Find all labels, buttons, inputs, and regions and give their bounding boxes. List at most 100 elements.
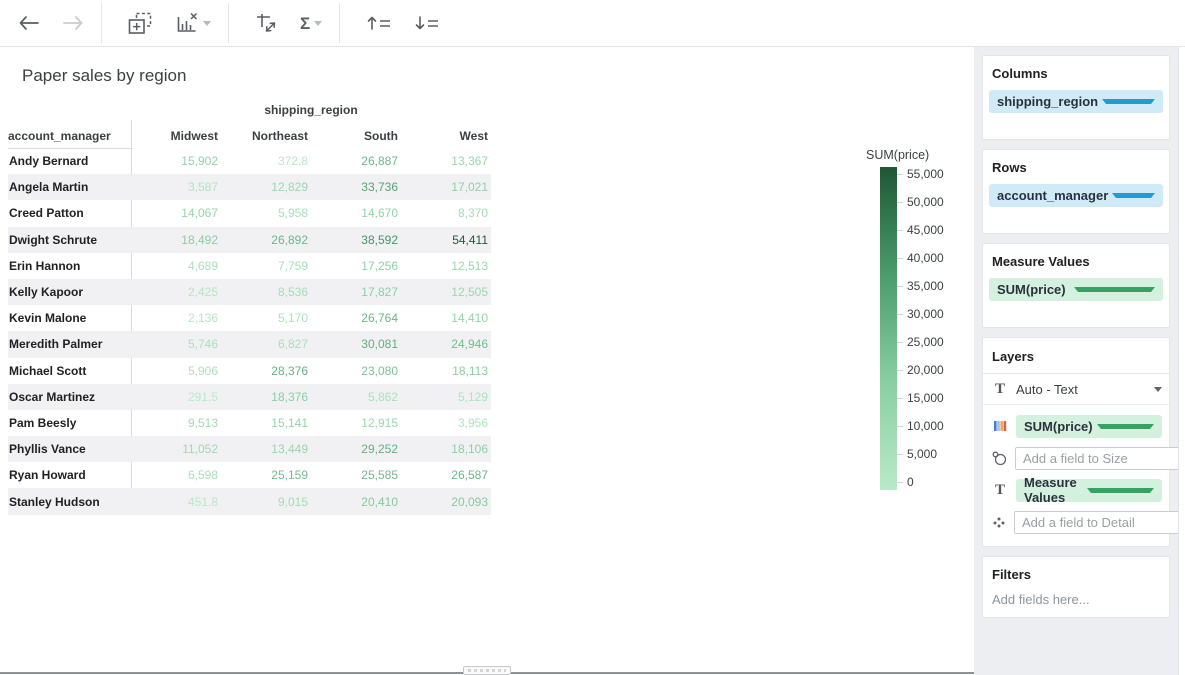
value-cell[interactable]: 2,425 xyxy=(131,285,221,299)
value-cell[interactable]: 5,958 xyxy=(221,206,311,220)
measure-values-pill[interactable]: SUM(price) xyxy=(989,278,1163,301)
new-visualization-button[interactable] xyxy=(122,8,159,39)
row-label[interactable]: Dwight Schrute xyxy=(8,233,131,247)
value-cell[interactable]: 15,141 xyxy=(221,416,311,430)
value-cell[interactable]: 17,827 xyxy=(311,285,401,299)
row-label[interactable]: Oscar Martinez xyxy=(8,390,131,404)
value-cell[interactable]: 38,592 xyxy=(311,233,401,247)
row-label[interactable]: Erin Hannon xyxy=(8,259,131,273)
value-cell[interactable]: 5,906 xyxy=(131,364,221,378)
row-label[interactable]: Creed Patton xyxy=(8,206,131,220)
layer-type-selector[interactable]: T Auto - Text xyxy=(983,374,1169,405)
value-cell[interactable]: 18,113 xyxy=(401,364,491,378)
row-dimension-label[interactable]: account_manager xyxy=(8,129,131,148)
sort-descending-button[interactable] xyxy=(408,11,446,35)
collapsed-panel-edge[interactable] xyxy=(1178,47,1185,675)
row-label[interactable]: Kelly Kapoor xyxy=(8,285,131,299)
columns-field-pill[interactable]: shipping_region xyxy=(989,90,1163,113)
detail-field-input[interactable] xyxy=(1014,511,1185,534)
value-cell[interactable]: 12,829 xyxy=(221,180,311,194)
value-cell[interactable]: 12,915 xyxy=(311,416,401,430)
value-cell[interactable]: 26,764 xyxy=(311,311,401,325)
value-cell[interactable]: 11,052 xyxy=(131,442,221,456)
value-cell[interactable]: 25,159 xyxy=(221,468,311,482)
toolbar-separator xyxy=(228,3,229,43)
chevron-down-icon xyxy=(1087,488,1154,493)
value-cell[interactable]: 12,513 xyxy=(401,259,491,273)
value-cell[interactable]: 14,067 xyxy=(131,206,221,220)
value-cell[interactable]: 15,902 xyxy=(131,154,221,168)
value-cell[interactable]: 12,505 xyxy=(401,285,491,299)
value-cell[interactable]: 9,513 xyxy=(131,416,221,430)
value-cell[interactable]: 20,410 xyxy=(311,495,401,509)
value-cell[interactable]: 8,536 xyxy=(221,285,311,299)
value-cell[interactable]: 3,587 xyxy=(131,180,221,194)
row-label[interactable]: Stanley Hudson xyxy=(8,495,131,509)
value-cell[interactable]: 13,367 xyxy=(401,154,491,168)
forward-button[interactable] xyxy=(56,11,90,35)
column-header-south[interactable]: South xyxy=(311,129,401,148)
row-label[interactable]: Pam Beesly xyxy=(8,416,131,430)
swap-axes-button[interactable] xyxy=(249,8,284,38)
remove-chart-button[interactable] xyxy=(169,8,217,38)
color-field-pill[interactable]: SUM(price) xyxy=(1016,415,1162,438)
value-cell[interactable]: 5,746 xyxy=(131,337,221,351)
value-cell[interactable]: 17,256 xyxy=(311,259,401,273)
legend-tick xyxy=(897,258,903,259)
rows-field-pill[interactable]: account_manager xyxy=(989,184,1163,207)
column-header-midwest[interactable]: Midwest xyxy=(131,129,221,148)
aggregate-button[interactable]: Σ xyxy=(294,11,328,36)
value-cell[interactable]: 7,759 xyxy=(221,259,311,273)
value-cell[interactable]: 8,370 xyxy=(401,206,491,220)
value-cell[interactable]: 17,021 xyxy=(401,180,491,194)
value-cell[interactable]: 18,492 xyxy=(131,233,221,247)
value-cell[interactable]: 33,736 xyxy=(311,180,401,194)
value-cell[interactable]: 5,170 xyxy=(221,311,311,325)
value-cell[interactable]: 26,887 xyxy=(311,154,401,168)
value-cell[interactable]: 9,015 xyxy=(221,495,311,509)
value-cell[interactable]: 25,585 xyxy=(311,468,401,482)
value-cell[interactable]: 13,449 xyxy=(221,442,311,456)
value-cell[interactable]: 20,093 xyxy=(401,495,491,509)
row-label[interactable]: Ryan Howard xyxy=(8,468,131,482)
value-cell[interactable]: 372.8 xyxy=(221,154,311,168)
value-cell[interactable]: 29,252 xyxy=(311,442,401,456)
value-cell[interactable]: 5,862 xyxy=(311,390,401,404)
value-cell[interactable]: 5,129 xyxy=(401,390,491,404)
legend-gradient-bar[interactable] xyxy=(880,167,897,490)
back-button[interactable] xyxy=(12,11,46,35)
value-cell[interactable]: 291.5 xyxy=(131,390,221,404)
sort-ascending-button[interactable] xyxy=(360,11,398,35)
row-label[interactable]: Angela Martin xyxy=(8,180,131,194)
row-label[interactable]: Michael Scott xyxy=(8,364,131,378)
value-cell[interactable]: 23,080 xyxy=(311,364,401,378)
value-cell[interactable]: 14,410 xyxy=(401,311,491,325)
value-cell[interactable]: 54,411 xyxy=(401,233,491,247)
value-cell[interactable]: 6,598 xyxy=(131,468,221,482)
value-cell[interactable]: 24,946 xyxy=(401,337,491,351)
value-cell[interactable]: 6,827 xyxy=(221,337,311,351)
row-label[interactable]: Andy Bernard xyxy=(8,154,131,168)
value-cell[interactable]: 28,376 xyxy=(221,364,311,378)
column-header-west[interactable]: West xyxy=(401,129,491,148)
value-cell[interactable]: 2,136 xyxy=(131,311,221,325)
value-cell[interactable]: 18,106 xyxy=(401,442,491,456)
value-cell[interactable]: 451.8 xyxy=(131,495,221,509)
resize-grip[interactable] xyxy=(463,666,511,675)
value-cell[interactable]: 30,081 xyxy=(311,337,401,351)
row-label[interactable]: Phyllis Vance xyxy=(8,442,131,456)
row-label[interactable]: Kevin Malone xyxy=(8,311,131,325)
value-cell[interactable]: 4,689 xyxy=(131,259,221,273)
row-label[interactable]: Meredith Palmer xyxy=(8,337,131,351)
value-cell[interactable]: 26,892 xyxy=(221,233,311,247)
legend-tick-label: 30,000 xyxy=(907,308,944,320)
text-field-pill[interactable]: Measure Values xyxy=(1016,479,1162,502)
value-cell[interactable]: 18,376 xyxy=(221,390,311,404)
value-cell[interactable]: 14,670 xyxy=(311,206,401,220)
size-shelf-icon xyxy=(992,451,1007,466)
value-cell[interactable]: 3,956 xyxy=(401,416,491,430)
filters-drop-hint[interactable]: Add fields here... xyxy=(989,592,1163,607)
size-field-input[interactable] xyxy=(1015,447,1185,470)
value-cell[interactable]: 26,587 xyxy=(401,468,491,482)
column-header-northeast[interactable]: Northeast xyxy=(221,129,311,148)
